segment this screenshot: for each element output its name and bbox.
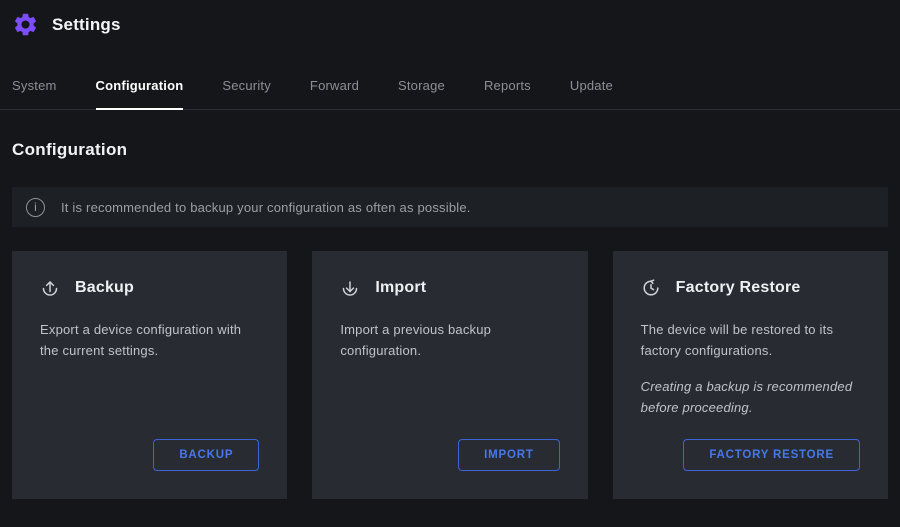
action-cards: Backup Export a device configuration wit… [12,251,888,499]
tab-security[interactable]: Security [222,72,271,110]
tab-update[interactable]: Update [570,72,613,110]
tab-forward[interactable]: Forward [310,72,359,110]
banner-text: It is recommended to backup your configu… [61,200,471,215]
page-title: Configuration [12,140,888,160]
app-header: Settings [0,0,900,48]
factory-restore-card-header: Factory Restore [641,278,860,298]
backup-button[interactable]: BACKUP [153,439,259,471]
import-card: Import Import a previous backup configur… [312,251,587,499]
import-card-title: Import [375,279,426,297]
factory-restore-card-note: Creating a backup is recommended before … [641,376,860,418]
tab-configuration[interactable]: Configuration [96,72,184,110]
gear-icon [12,11,39,38]
tab-system[interactable]: System [12,72,57,110]
info-circle-icon: i [26,198,45,217]
backup-card: Backup Export a device configuration wit… [12,251,287,499]
factory-restore-card-title: Factory Restore [676,279,801,297]
import-card-description: Import a previous backup configuration. [340,319,559,361]
app-title: Settings [52,15,121,35]
backup-card-header: Backup [40,278,259,298]
backup-card-description: Export a device configuration with the c… [40,319,259,361]
import-button[interactable]: IMPORT [458,439,560,471]
download-arrow-icon [340,278,360,298]
backup-recommendation-banner: i It is recommended to backup your confi… [12,187,888,227]
factory-restore-button[interactable]: FACTORY RESTORE [683,439,860,471]
restore-clock-icon [641,278,661,298]
factory-restore-card: Factory Restore The device will be resto… [613,251,888,499]
backup-card-title: Backup [75,279,134,297]
factory-restore-card-description: The device will be restored to its facto… [641,319,860,361]
upload-arrow-icon [40,278,60,298]
settings-tabbar: System Configuration Security Forward St… [0,64,900,110]
import-card-header: Import [340,278,559,298]
tab-reports[interactable]: Reports [484,72,531,110]
tab-storage[interactable]: Storage [398,72,445,110]
configuration-panel: Configuration i It is recommended to bac… [0,140,900,499]
